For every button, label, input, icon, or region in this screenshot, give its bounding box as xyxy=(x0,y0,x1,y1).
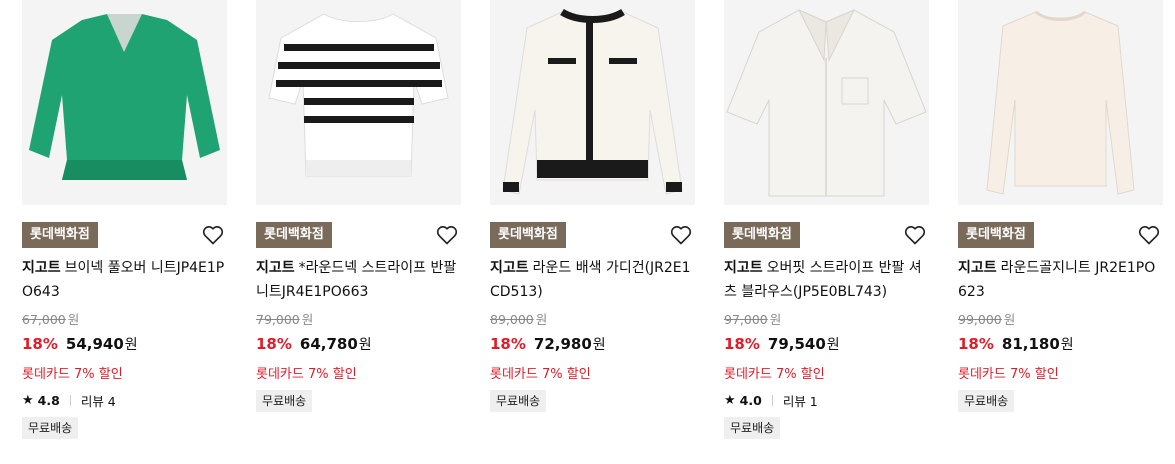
original-price: 89,000 원 xyxy=(490,312,548,327)
discount-rate: 18% xyxy=(958,335,994,353)
sale-price: 18% 79,540원 xyxy=(724,335,840,353)
brand-name: 지고트 xyxy=(22,260,61,276)
card-promotion: 롯데카드 7% 할인 xyxy=(22,367,123,382)
rating-row: ★ 4.0 리뷰 1 xyxy=(724,391,935,409)
free-shipping-tag: 무료배송 xyxy=(490,390,547,412)
free-shipping-tag: 무료배송 xyxy=(22,417,79,439)
original-price: 99,000 원 xyxy=(958,312,1016,327)
star-icon: ★ xyxy=(22,392,34,408)
free-shipping-tag: 무료배송 xyxy=(958,390,1015,412)
product-image[interactable] xyxy=(958,0,1163,205)
striped-knit-illustration xyxy=(268,13,449,177)
sale-price: 18% 81,180원 xyxy=(958,335,1074,353)
product-grid: 롯데백화점 지고트 브이넥 풀오버 니트JP4E1PO643 67,000 원 18… xyxy=(0,0,1175,464)
original-price: 79,000 원 xyxy=(256,312,314,327)
card-promotion: 롯데카드 7% 할인 xyxy=(256,367,357,382)
heart-outline-icon[interactable] xyxy=(669,223,693,247)
sale-price: 18% 54,940원 xyxy=(22,335,138,353)
product-image[interactable] xyxy=(256,0,461,205)
heart-outline-icon[interactable] xyxy=(1137,223,1161,247)
brand-name: 지고트 xyxy=(490,260,529,276)
product-title[interactable]: 지고트 *라운드넥 스트라이프 반팔 니트JR4E1PO663 xyxy=(256,256,461,304)
divider xyxy=(771,394,773,406)
rating-score: 4.0 xyxy=(739,392,762,408)
discount-rate: 18% xyxy=(22,335,58,353)
heart-outline-icon[interactable] xyxy=(903,223,927,247)
product-image[interactable] xyxy=(724,0,929,205)
ribbed-knit-illustration xyxy=(986,10,1135,195)
discount-rate: 18% xyxy=(490,335,526,353)
product-image[interactable] xyxy=(22,0,227,205)
product-title[interactable]: 지고트 브이넥 풀오버 니트JP4E1PO643 xyxy=(22,256,227,304)
product-image[interactable] xyxy=(490,0,695,205)
discount-rate: 18% xyxy=(724,335,760,353)
product-card[interactable]: 롯데백화점 지고트 오버핏 스트라이프 반팔 셔츠 블라우스(JP5E0BL743… xyxy=(724,0,935,439)
original-price: 67,000 원 xyxy=(22,312,80,327)
review-count: 리뷰 1 xyxy=(782,393,818,409)
product-card[interactable]: 롯데백화점 지고트 *라운드넥 스트라이프 반팔 니트JR4E1PO663 79,… xyxy=(256,0,467,412)
product-title[interactable]: 지고트 오버핏 스트라이프 반팔 셔츠 블라우스(JP5E0BL743) xyxy=(724,256,929,304)
store-badge: 롯데백화점 xyxy=(256,222,332,248)
sale-price: 18% 64,780원 xyxy=(256,335,372,353)
brand-name: 지고트 xyxy=(724,260,763,276)
heart-outline-icon[interactable] xyxy=(201,223,225,247)
store-badge: 롯데백화점 xyxy=(22,222,98,248)
heart-outline-icon[interactable] xyxy=(435,223,459,247)
review-count: 리뷰 4 xyxy=(80,393,116,409)
free-shipping-tag: 무료배송 xyxy=(256,390,313,412)
star-icon: ★ xyxy=(724,392,736,408)
brand-name: 지고트 xyxy=(958,260,997,276)
card-promotion: 롯데카드 7% 할인 xyxy=(490,367,591,382)
product-card[interactable]: 롯데백화점 지고트 라운드 배색 가디건(JR2E1CD513) 89,000 원 … xyxy=(490,0,701,412)
store-badge: 롯데백화점 xyxy=(490,222,566,248)
store-badge: 롯데백화점 xyxy=(958,222,1034,248)
rating-row: ★ 4.8 리뷰 4 xyxy=(22,391,233,409)
card-promotion: 롯데카드 7% 할인 xyxy=(958,367,1059,382)
product-card[interactable]: 롯데백화점 지고트 브이넥 풀오버 니트JP4E1PO643 67,000 원 18… xyxy=(22,0,233,439)
original-price: 97,000 원 xyxy=(724,312,782,327)
product-title[interactable]: 지고트 라운드골지니트 JR2E1PO623 xyxy=(958,256,1163,304)
free-shipping-tag: 무료배송 xyxy=(724,417,781,439)
rating-score: 4.8 xyxy=(37,392,60,408)
discount-rate: 18% xyxy=(256,335,292,353)
cardigan-illustration xyxy=(502,8,683,195)
sale-price: 18% 72,980원 xyxy=(490,335,606,353)
green-knit-illustration xyxy=(29,14,220,180)
striped-blouse-illustration xyxy=(726,8,927,197)
card-promotion: 롯데카드 7% 할인 xyxy=(724,367,825,382)
store-badge: 롯데백화점 xyxy=(724,222,800,248)
product-card[interactable]: 롯데백화점 지고트 라운드골지니트 JR2E1PO623 99,000 원 18% 8… xyxy=(958,0,1169,412)
brand-name: 지고트 xyxy=(256,260,295,276)
divider xyxy=(69,394,71,406)
product-title[interactable]: 지고트 라운드 배색 가디건(JR2E1CD513) xyxy=(490,256,695,304)
